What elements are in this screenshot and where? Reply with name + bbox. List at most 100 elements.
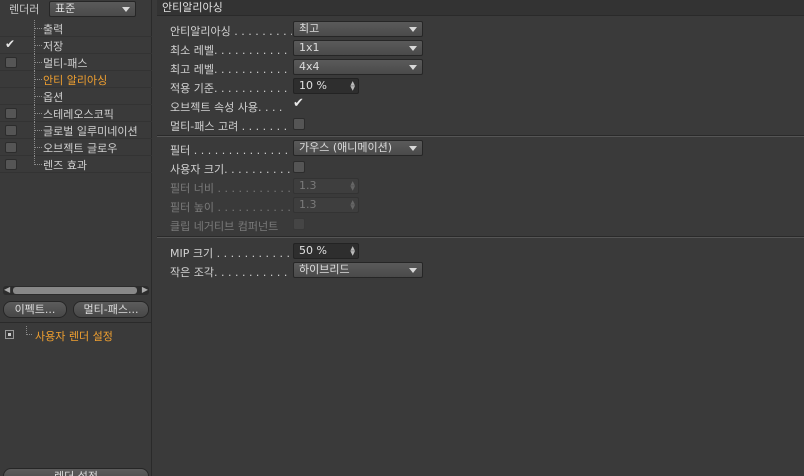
- preset-active-icon[interactable]: [5, 330, 14, 339]
- tree-item-stereoscopic[interactable]: 스테레오스코픽: [0, 105, 152, 122]
- max-level-label: 최고 레벨. . . . . . . . . . . .: [170, 63, 292, 76]
- tree-branch: [35, 113, 42, 114]
- tree-item-label: 출력: [43, 23, 64, 36]
- tree-item-output[interactable]: 출력: [0, 20, 152, 37]
- spinner-arrows-icon[interactable]: ▲ ▼: [350, 81, 355, 92]
- tree-item-save[interactable]: ✔ 저장: [0, 37, 152, 54]
- tree-branch: [35, 45, 42, 46]
- filter-label: 필터 . . . . . . . . . . . . . . . .: [170, 144, 292, 157]
- tree-item-lens-effects[interactable]: 렌즈 효과: [0, 156, 152, 173]
- renderer-label: 렌더러: [9, 2, 40, 16]
- separator: [157, 136, 804, 137]
- tree-branch: [35, 147, 42, 148]
- use-object-props-checkbox[interactable]: ✔: [293, 96, 304, 111]
- tree-item-object-glow[interactable]: 오브젝트 글로우: [0, 139, 152, 156]
- tree-line: [26, 326, 32, 335]
- min-level-dropdown[interactable]: 1x1: [293, 40, 423, 56]
- tree-branch: [35, 96, 42, 97]
- enable-checkbox[interactable]: [5, 108, 17, 119]
- max-level-row: 최고 레벨. . . . . . . . . . . . 4x4: [170, 59, 800, 76]
- tree-item-multipass[interactable]: 멀티-패스: [0, 54, 152, 71]
- tree-item-label: 안티 알리아싱: [43, 74, 108, 87]
- custom-size-label: 사용자 크기. . . . . . . . . .: [170, 163, 291, 176]
- chevron-down-icon: [409, 146, 417, 151]
- tree-item-label: 스테레오스코픽: [43, 108, 114, 121]
- threshold-input[interactable]: 10 % ▲ ▼: [293, 78, 359, 94]
- tree-item-global-illumination[interactable]: 글로벌 일루미네이션: [0, 122, 152, 139]
- mip-scale-row: MIP 크기 . . . . . . . . . . . . 50 % ▲ ▼: [170, 243, 800, 260]
- filter-width-row: 필터 너비 . . . . . . . . . . . 1.3 ▲ ▼: [170, 178, 800, 195]
- scroll-right-icon[interactable]: ▶: [142, 285, 148, 294]
- filter-dropdown[interactable]: 가우스 (애니메이션): [293, 140, 423, 156]
- max-level-dropdown[interactable]: 4x4: [293, 59, 423, 75]
- filter-height-row: 필터 높이 . . . . . . . . . . . 1.3 ▲ ▼: [170, 197, 800, 214]
- horizontal-scrollbar[interactable]: ◀ ▶: [3, 285, 149, 295]
- micropolygons-row: 작은 조각. . . . . . . . . . . . 하이브리드: [170, 262, 800, 279]
- checkmark-icon[interactable]: ✔: [5, 37, 15, 51]
- tree-item-label: 옵션: [43, 91, 64, 104]
- render-settings-button[interactable]: 렌더 설정: [3, 468, 149, 476]
- multipass-button[interactable]: 멀티-패스...: [73, 301, 149, 318]
- renderer-value: 표준: [55, 1, 76, 15]
- antialiasing-dropdown[interactable]: 최고: [293, 21, 423, 37]
- clip-negative-label: 클립 네거티브 컴퍼넌트: [170, 220, 279, 233]
- filter-height-input: 1.3 ▲ ▼: [293, 197, 359, 213]
- effects-button[interactable]: 이펙트...: [3, 301, 67, 318]
- filter-width-input: 1.3 ▲ ▼: [293, 178, 359, 194]
- section-title: 안티알리아싱: [157, 0, 804, 16]
- divider: [0, 322, 152, 323]
- consider-multipass-label: 멀티-패스 고려 . . . . . . .: [170, 120, 288, 133]
- filter-width-label: 필터 너비 . . . . . . . . . . .: [170, 182, 291, 195]
- filter-row: 필터 . . . . . . . . . . . . . . . . 가우스 (…: [170, 140, 800, 157]
- enable-checkbox[interactable]: [5, 159, 17, 170]
- tree-item-label: 렌즈 효과: [43, 159, 87, 172]
- threshold-value: 10 %: [299, 79, 327, 92]
- micropolygons-dropdown[interactable]: 하이브리드: [293, 262, 423, 278]
- separator: [157, 237, 804, 238]
- clip-negative-checkbox: [293, 218, 305, 230]
- min-level-label: 최소 레벨. . . . . . . . . . . .: [170, 44, 292, 57]
- mip-scale-input[interactable]: 50 % ▲ ▼: [293, 243, 359, 259]
- enable-checkbox[interactable]: [5, 57, 17, 68]
- tree-item-options[interactable]: 옵션: [0, 88, 152, 105]
- scroll-thumb[interactable]: [13, 287, 137, 294]
- tree-branch: [35, 28, 42, 29]
- filter-value: 가우스 (애니메이션): [299, 141, 393, 154]
- renderer-dropdown[interactable]: 표준: [49, 0, 136, 17]
- antialiasing-value: 최고: [299, 22, 320, 35]
- renderer-row: 렌더러 표준: [0, 0, 152, 17]
- max-level-value: 4x4: [299, 60, 320, 73]
- micropolygons-value: 하이브리드: [299, 263, 350, 276]
- settings-tree: 출력 ✔ 저장 멀티-패스 안티 알리아싱 옵션 스테레오스코픽 글로벌 일루미…: [0, 20, 152, 173]
- custom-size-checkbox[interactable]: [293, 161, 305, 173]
- tree-item-label: 저장: [43, 40, 64, 53]
- spinner-arrows-icon[interactable]: ▲ ▼: [350, 246, 355, 257]
- min-level-row: 최소 레벨. . . . . . . . . . . . 1x1: [170, 40, 800, 57]
- chevron-down-icon: [122, 6, 130, 12]
- use-object-props-row: 오브젝트 속성 사용. . . . ✔: [170, 96, 800, 115]
- enable-checkbox[interactable]: [5, 142, 17, 153]
- tree-branch: [35, 164, 42, 165]
- mip-scale-value: 50 %: [299, 244, 327, 257]
- tree-branch: [35, 130, 42, 131]
- chevron-down-icon: [409, 46, 417, 51]
- spinner-arrows-icon: ▲ ▼: [350, 180, 355, 192]
- use-object-props-label: 오브젝트 속성 사용. . . .: [170, 101, 283, 114]
- chevron-down-icon: [409, 65, 417, 70]
- scroll-left-icon[interactable]: ◀: [4, 285, 10, 294]
- filter-height-value: 1.3: [299, 198, 317, 211]
- filter-height-label: 필터 높이 . . . . . . . . . . .: [170, 201, 291, 214]
- tree-item-label: 멀티-패스: [43, 57, 88, 70]
- preset-item[interactable]: 사용자 렌더 설정: [0, 326, 152, 344]
- preset-label: 사용자 렌더 설정: [35, 330, 113, 343]
- threshold-label: 적용 기준. . . . . . . . . . . .: [170, 82, 292, 95]
- tree-item-antialiasing[interactable]: 안티 알리아싱: [0, 71, 152, 88]
- enable-checkbox[interactable]: [5, 125, 17, 136]
- consider-multipass-checkbox[interactable]: [293, 118, 305, 130]
- tree-branch: [35, 79, 42, 80]
- spinner-arrows-icon: ▲ ▼: [350, 199, 355, 211]
- min-level-value: 1x1: [299, 41, 320, 54]
- left-panel: 렌더러 표준 출력 ✔ 저장 멀티-패스 안티 알리아싱 옵션 스테레오스코픽 …: [0, 0, 152, 476]
- filter-width-value: 1.3: [299, 179, 317, 192]
- custom-size-row: 사용자 크기. . . . . . . . . .: [170, 159, 800, 176]
